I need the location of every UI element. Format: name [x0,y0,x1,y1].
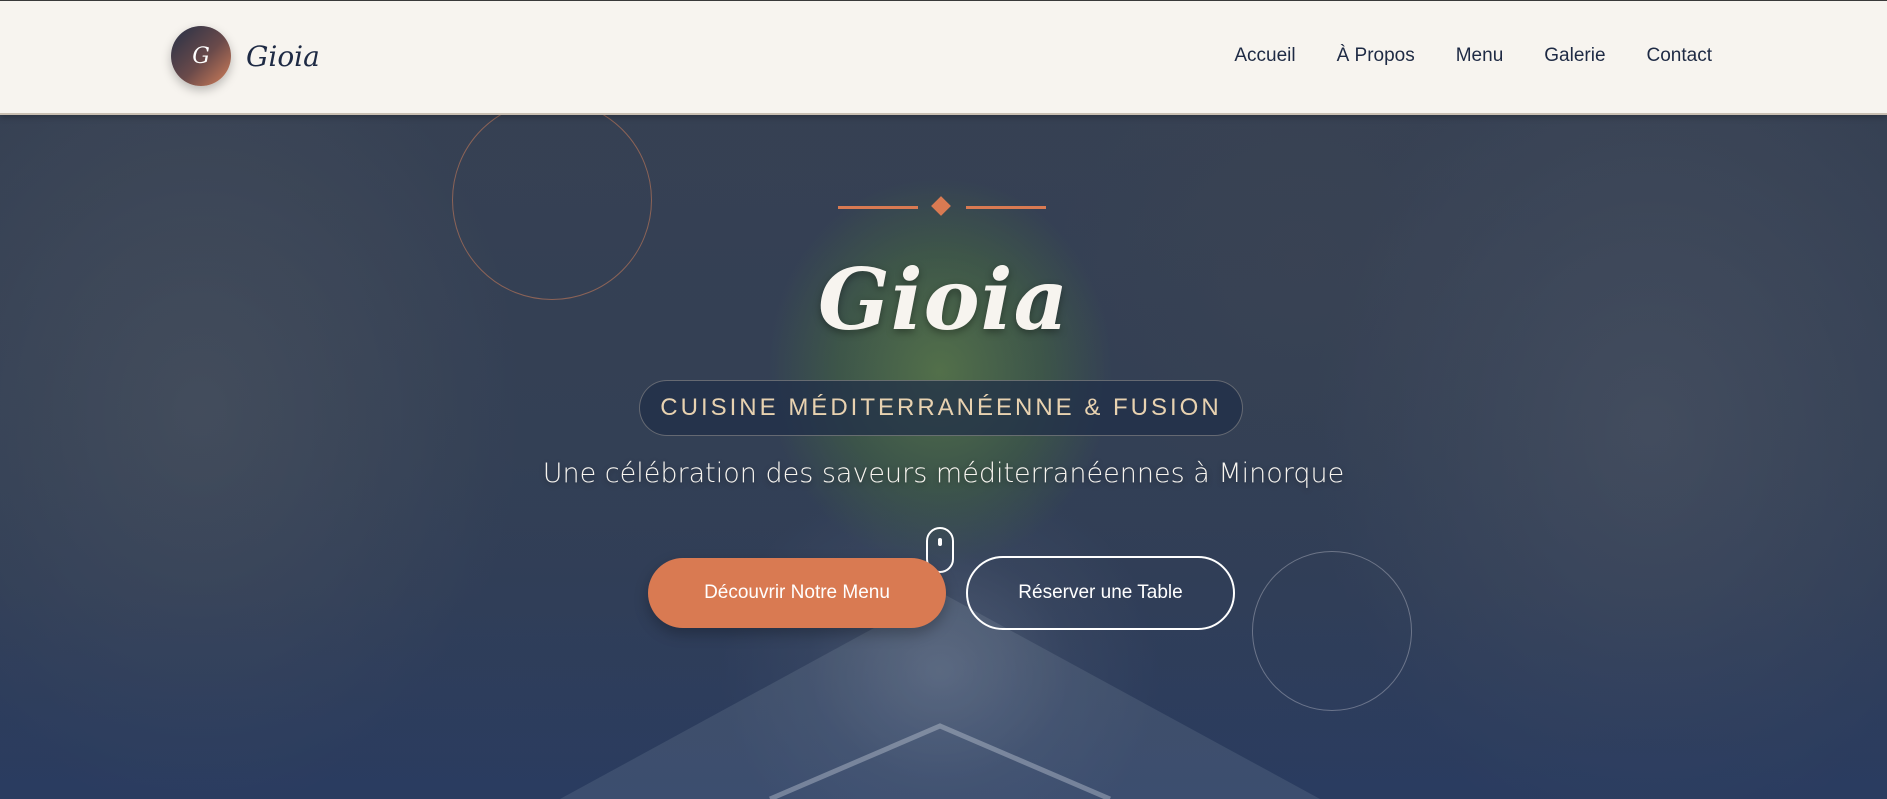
hero-title: Gioia [817,250,1069,349]
nav-link-galerie[interactable]: Galerie [1544,45,1605,67]
divider-line-right [966,206,1046,209]
nav-link-menu[interactable]: Menu [1456,45,1504,67]
diamond-icon [931,196,951,216]
discover-menu-button[interactable]: Découvrir Notre Menu [648,558,946,628]
title-divider-ornament [838,196,1046,217]
nav-link-accueil[interactable]: Accueil [1234,45,1295,67]
mouse-wheel [938,538,942,546]
hero-section: Gioia CUISINE MÉDITERRANÉENNE & FUSION U… [0,112,1887,799]
nav-link-a-propos[interactable]: À Propos [1337,45,1415,67]
logo-badge-icon: G [171,26,231,86]
brand-name: Gioia [246,39,320,73]
nav-link-contact[interactable]: Contact [1647,45,1712,67]
logo-letter: G [192,43,210,69]
cuisine-tagline-badge: CUISINE MÉDITERRANÉENNE & FUSION [639,380,1243,436]
decorative-circle-grey [1252,551,1412,711]
main-nav: Accueil À Propos Menu Galerie Contact [1234,45,1712,67]
divider-line-left [838,206,918,209]
brand-logo[interactable]: G Gioia [171,26,320,86]
reserve-table-button[interactable]: Réserver une Table [966,556,1235,630]
hero-subtitle: Une célébration des saveurs méditerranée… [542,458,1345,489]
top-navbar: G Gioia Accueil À Propos Menu Galerie Co… [0,0,1887,115]
